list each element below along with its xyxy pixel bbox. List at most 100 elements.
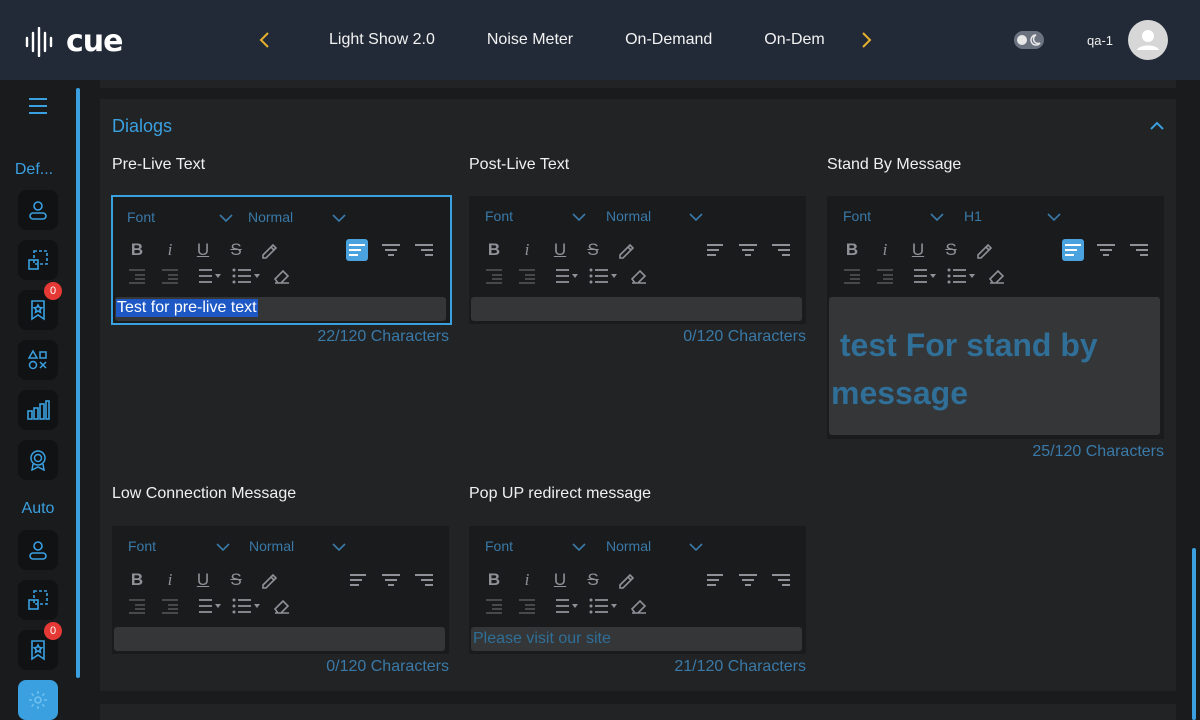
ordered-list-icon[interactable] [549, 595, 579, 617]
font-select[interactable]: Font [485, 538, 513, 554]
eraser-icon[interactable] [271, 595, 293, 617]
underline-icon[interactable]: U [192, 569, 214, 591]
font-select[interactable]: Font [128, 538, 156, 554]
popup-redirect-content[interactable]: Please visit our site [471, 627, 802, 651]
highlighter-icon[interactable] [258, 569, 280, 591]
highlighter-icon[interactable] [973, 239, 995, 261]
italic-icon[interactable]: i [159, 239, 181, 261]
align-center-icon[interactable] [380, 239, 402, 261]
align-right-icon[interactable] [770, 239, 792, 261]
align-left-icon[interactable] [704, 569, 726, 591]
strikethrough-icon[interactable]: S [225, 569, 247, 591]
indent-icon[interactable] [516, 595, 538, 617]
outdent-icon[interactable] [483, 265, 505, 287]
cue-logo[interactable]: cue [24, 24, 123, 59]
align-left-icon[interactable] [704, 239, 726, 261]
align-center-icon[interactable] [737, 569, 759, 591]
align-right-icon[interactable] [1128, 239, 1150, 261]
ordered-list-icon[interactable] [907, 265, 937, 287]
strikethrough-icon[interactable]: S [582, 239, 604, 261]
bullet-list-icon[interactable] [588, 265, 618, 287]
italic-icon[interactable]: i [874, 239, 896, 261]
ordered-list-icon[interactable] [192, 595, 222, 617]
pre-live-editor[interactable]: Font Normal B i U S Test for pre-live te… [111, 195, 452, 325]
collapse-button[interactable] [1148, 117, 1166, 135]
indent-icon[interactable] [516, 265, 538, 287]
font-select[interactable]: Font [485, 208, 513, 224]
ordered-list-icon[interactable] [549, 265, 579, 287]
bullet-list-icon[interactable] [231, 265, 261, 287]
underline-icon[interactable]: U [549, 239, 571, 261]
size-select[interactable]: Normal [248, 209, 293, 225]
sidebar-rewards-button[interactable]: 0 [18, 282, 62, 330]
post-live-content[interactable] [471, 297, 802, 321]
bold-icon[interactable]: B [841, 239, 863, 261]
underline-icon[interactable]: U [907, 239, 929, 261]
avatar[interactable] [1128, 20, 1168, 60]
sidebar-users-button[interactable] [18, 190, 58, 230]
stand-by-content[interactable]: test For stand by message [829, 297, 1160, 435]
bullet-list-icon[interactable] [946, 265, 976, 287]
sidebar-shapes-button[interactable] [18, 340, 58, 380]
eraser-icon[interactable] [628, 265, 650, 287]
eraser-icon[interactable] [628, 595, 650, 617]
tab-on-demand-2[interactable]: On-Dem [764, 31, 824, 49]
username[interactable]: qa-1 [1087, 33, 1113, 48]
font-select[interactable]: Font [843, 208, 871, 224]
align-center-icon[interactable] [1095, 239, 1117, 261]
strikethrough-icon[interactable]: S [940, 239, 962, 261]
tab-on-demand[interactable]: On-Demand [625, 31, 712, 49]
pre-live-content[interactable]: Test for pre-live text [115, 297, 446, 321]
eraser-icon[interactable] [271, 265, 293, 287]
align-left-icon[interactable] [346, 239, 368, 261]
strikethrough-icon[interactable]: S [582, 569, 604, 591]
italic-icon[interactable]: i [516, 569, 538, 591]
sidebar-screens-button-2[interactable] [18, 580, 58, 620]
highlighter-icon[interactable] [258, 239, 280, 261]
eraser-icon[interactable] [986, 265, 1008, 287]
bold-icon[interactable]: B [126, 569, 148, 591]
outdent-icon[interactable] [483, 595, 505, 617]
highlighter-icon[interactable] [615, 569, 637, 591]
theme-toggle[interactable] [1014, 31, 1044, 49]
bold-icon[interactable]: B [126, 239, 148, 261]
indent-icon[interactable] [874, 265, 896, 287]
nav-prev-button[interactable] [252, 28, 276, 52]
low-connection-editor[interactable]: Font Normal B i U S [112, 526, 449, 654]
sidebar-users-button-2[interactable] [18, 530, 58, 570]
outdent-icon[interactable] [841, 265, 863, 287]
strikethrough-icon[interactable]: S [225, 239, 247, 261]
page-scrollbar[interactable] [1192, 548, 1196, 720]
size-select[interactable]: Normal [606, 208, 651, 224]
bold-icon[interactable]: B [483, 239, 505, 261]
bold-icon[interactable]: B [483, 569, 505, 591]
align-left-icon[interactable] [1062, 239, 1084, 261]
popup-redirect-editor[interactable]: Font Normal B i U S Please visit our sit… [469, 526, 806, 654]
size-select[interactable]: H1 [964, 208, 982, 224]
align-center-icon[interactable] [737, 239, 759, 261]
underline-icon[interactable]: U [192, 239, 214, 261]
sidebar-rewards-button-2[interactable]: 0 [18, 622, 62, 670]
italic-icon[interactable]: i [516, 239, 538, 261]
indent-icon[interactable] [159, 265, 181, 287]
italic-icon[interactable]: i [159, 569, 181, 591]
sidebar-analytics-button[interactable] [18, 390, 58, 430]
outdent-icon[interactable] [126, 595, 148, 617]
outdent-icon[interactable] [126, 265, 148, 287]
align-center-icon[interactable] [380, 569, 402, 591]
bullet-list-icon[interactable] [231, 595, 261, 617]
underline-icon[interactable]: U [549, 569, 571, 591]
size-select[interactable]: Normal [606, 538, 651, 554]
align-right-icon[interactable] [770, 569, 792, 591]
sidebar-active-button[interactable] [18, 680, 58, 720]
sidebar-awards-button[interactable] [18, 440, 58, 480]
nav-next-button[interactable] [855, 28, 879, 52]
sidebar-scroll-indicator[interactable] [76, 88, 80, 678]
size-select[interactable]: Normal [249, 538, 294, 554]
bullet-list-icon[interactable] [588, 595, 618, 617]
highlighter-icon[interactable] [615, 239, 637, 261]
stand-by-editor[interactable]: Font H1 B i U S test For stand by messag… [827, 196, 1164, 439]
low-connection-content[interactable] [114, 627, 445, 651]
align-right-icon[interactable] [413, 239, 435, 261]
ordered-list-icon[interactable] [192, 265, 222, 287]
